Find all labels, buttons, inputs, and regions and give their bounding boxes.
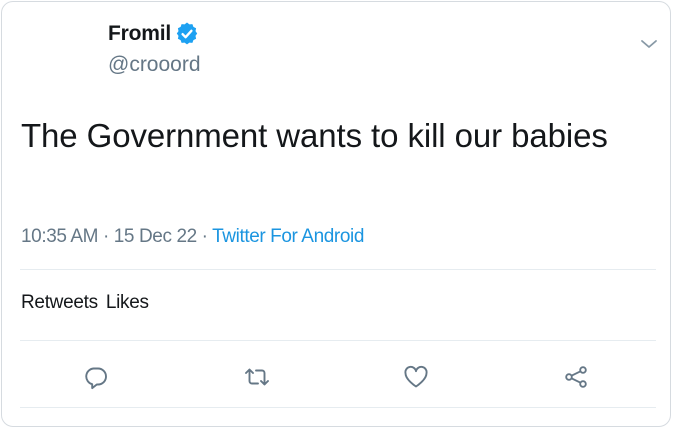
likes-link[interactable]: Likes <box>106 292 149 313</box>
divider <box>20 269 656 270</box>
avatar[interactable] <box>22 20 94 92</box>
tweet-source-link[interactable]: Twitter For Android <box>212 226 364 247</box>
share-button[interactable] <box>562 363 590 391</box>
verified-badge-icon <box>175 22 199 46</box>
like-button[interactable] <box>402 363 430 391</box>
tweet-timestamp[interactable]: 10:35 AM · 15 Dec 22 · <box>21 226 208 247</box>
reply-button[interactable] <box>82 363 110 391</box>
reply-icon <box>85 367 107 390</box>
retweets-link[interactable]: Retweets <box>21 292 98 313</box>
share-icon <box>565 366 587 388</box>
chevron-down-icon[interactable] <box>638 33 660 55</box>
retweet-button[interactable] <box>243 363 271 391</box>
heart-icon <box>404 365 428 388</box>
tweet-stats: Retweets Likes <box>21 292 149 314</box>
author-display-name[interactable]: Fromil <box>108 22 171 46</box>
retweet-icon <box>245 368 269 386</box>
author-handle[interactable]: @crooord <box>108 53 201 77</box>
tweet-meta: 10:35 AM · 15 Dec 22 · Twitter For Andro… <box>21 226 364 248</box>
divider <box>20 340 656 341</box>
tweet-card: Fromil @crooord The Government wants to … <box>1 1 671 427</box>
tweet-text: The Government wants to kill our babies <box>21 117 608 154</box>
author-name-row: Fromil <box>108 22 199 46</box>
divider <box>20 407 656 408</box>
